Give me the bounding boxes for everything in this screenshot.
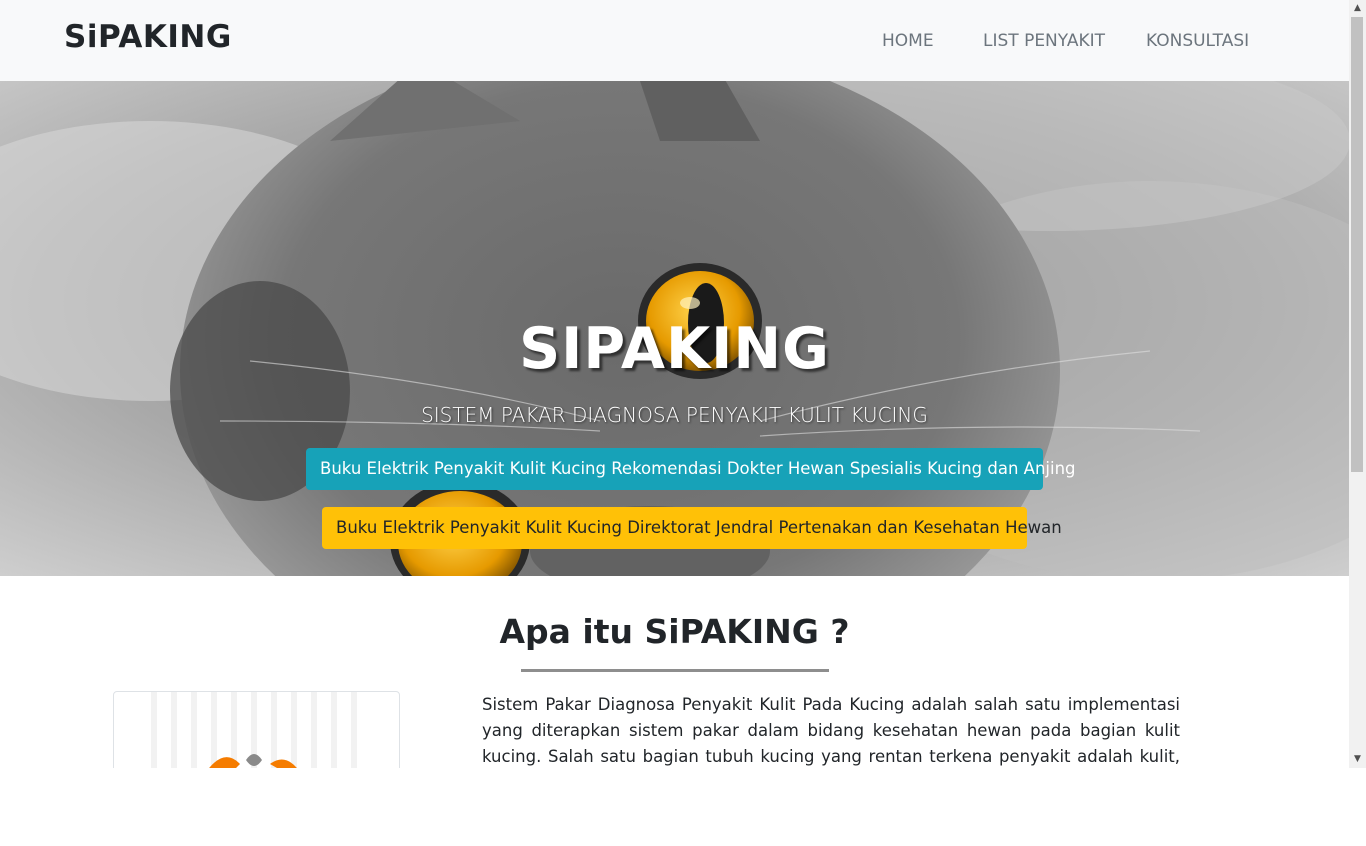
about-description: Sistem Pakar Diagnosa Penyakit Kulit Pad…: [482, 695, 1180, 766]
hero-subtitle: SISTEM PAKAR DIAGNOSA PENYAKIT KULIT KUC…: [421, 403, 928, 427]
sipaking-logo-image: [151, 692, 357, 768]
ebook-direktorat-button[interactable]: Buku Elektrik Penyakit Kulit Kucing Dire…: [322, 507, 1062, 549]
logo-card: [113, 691, 400, 768]
vertical-scrollbar[interactable]: ▲ ▼: [1349, 0, 1366, 768]
scrollbar-thumb[interactable]: [1351, 17, 1363, 472]
ebook-dokter-hewan-button[interactable]: Buku Elektrik Penyakit Kulit Kucing Reko…: [306, 448, 1076, 490]
navbar: SiPAKING HOME LIST PENYAKIT KONSULTASI: [0, 0, 1349, 81]
nav-links: HOME LIST PENYAKIT KONSULTASI: [0, 31, 1349, 55]
chevron-up-icon[interactable]: ▲: [1349, 0, 1366, 17]
nav-list-penyakit-link[interactable]: LIST PENYAKIT: [983, 31, 1105, 51]
nav-konsultasi-link[interactable]: KONSULTASI: [1146, 31, 1249, 51]
about-heading: Apa itu SiPAKING ?: [499, 612, 850, 651]
hero-title: SIPAKING: [519, 316, 830, 382]
page-viewport: SiPAKING HOME LIST PENYAKIT KONSULTASI S…: [0, 0, 1366, 768]
nav-home-link[interactable]: HOME: [882, 31, 934, 51]
chevron-down-icon[interactable]: ▼: [1349, 751, 1366, 768]
heading-divider: [521, 669, 829, 672]
